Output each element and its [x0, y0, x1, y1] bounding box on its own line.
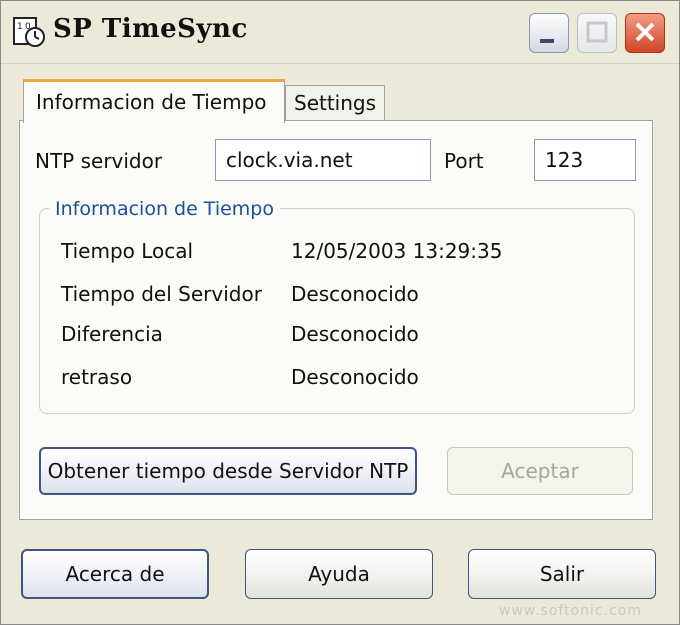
port-label: Port — [444, 149, 484, 173]
watermark: www.softonic.com — [499, 603, 642, 619]
server-time-value: Desconocido — [291, 282, 419, 306]
maximize-button[interactable] — [577, 13, 617, 53]
help-button[interactable]: Ayuda — [245, 549, 433, 599]
fetch-ntp-time-button[interactable]: Obtener tiempo desde Servidor NTP — [39, 447, 417, 495]
tab-settings[interactable]: Settings — [285, 85, 385, 121]
port-input[interactable]: 123 — [534, 139, 636, 181]
local-time-label: Tiempo Local — [61, 239, 194, 263]
app-window: 1 0 SP TimeSync Informacion de Tiempo Se… — [0, 0, 680, 625]
delay-value: Desconocido — [291, 365, 419, 389]
close-icon — [635, 22, 655, 42]
accept-button[interactable]: Aceptar — [447, 447, 633, 495]
ntp-server-input[interactable]: clock.via.net — [215, 139, 431, 181]
tab-informacion-de-tiempo[interactable]: Informacion de Tiempo — [23, 79, 285, 123]
about-button[interactable]: Acerca de — [21, 549, 209, 599]
maximize-icon — [586, 21, 608, 43]
delay-label: retraso — [61, 365, 133, 389]
server-time-label: Tiempo del Servidor — [61, 282, 262, 306]
clock-app-icon: 1 0 — [11, 15, 47, 49]
svg-text:1: 1 — [17, 22, 23, 32]
local-time-value: 12/05/2003 13:29:35 — [291, 239, 503, 263]
minimize-button[interactable] — [529, 13, 569, 53]
ntp-server-label: NTP servidor — [35, 149, 163, 173]
exit-button[interactable]: Salir — [468, 549, 656, 599]
minimize-icon — [540, 39, 554, 43]
difference-label: Diferencia — [61, 322, 163, 346]
window-title: SP TimeSync — [53, 14, 248, 44]
title-bar[interactable]: 1 0 SP TimeSync — [1, 1, 679, 64]
time-info-group-title: Informacion de Tiempo — [49, 198, 280, 220]
close-button[interactable] — [625, 13, 665, 53]
difference-value: Desconocido — [291, 322, 419, 346]
